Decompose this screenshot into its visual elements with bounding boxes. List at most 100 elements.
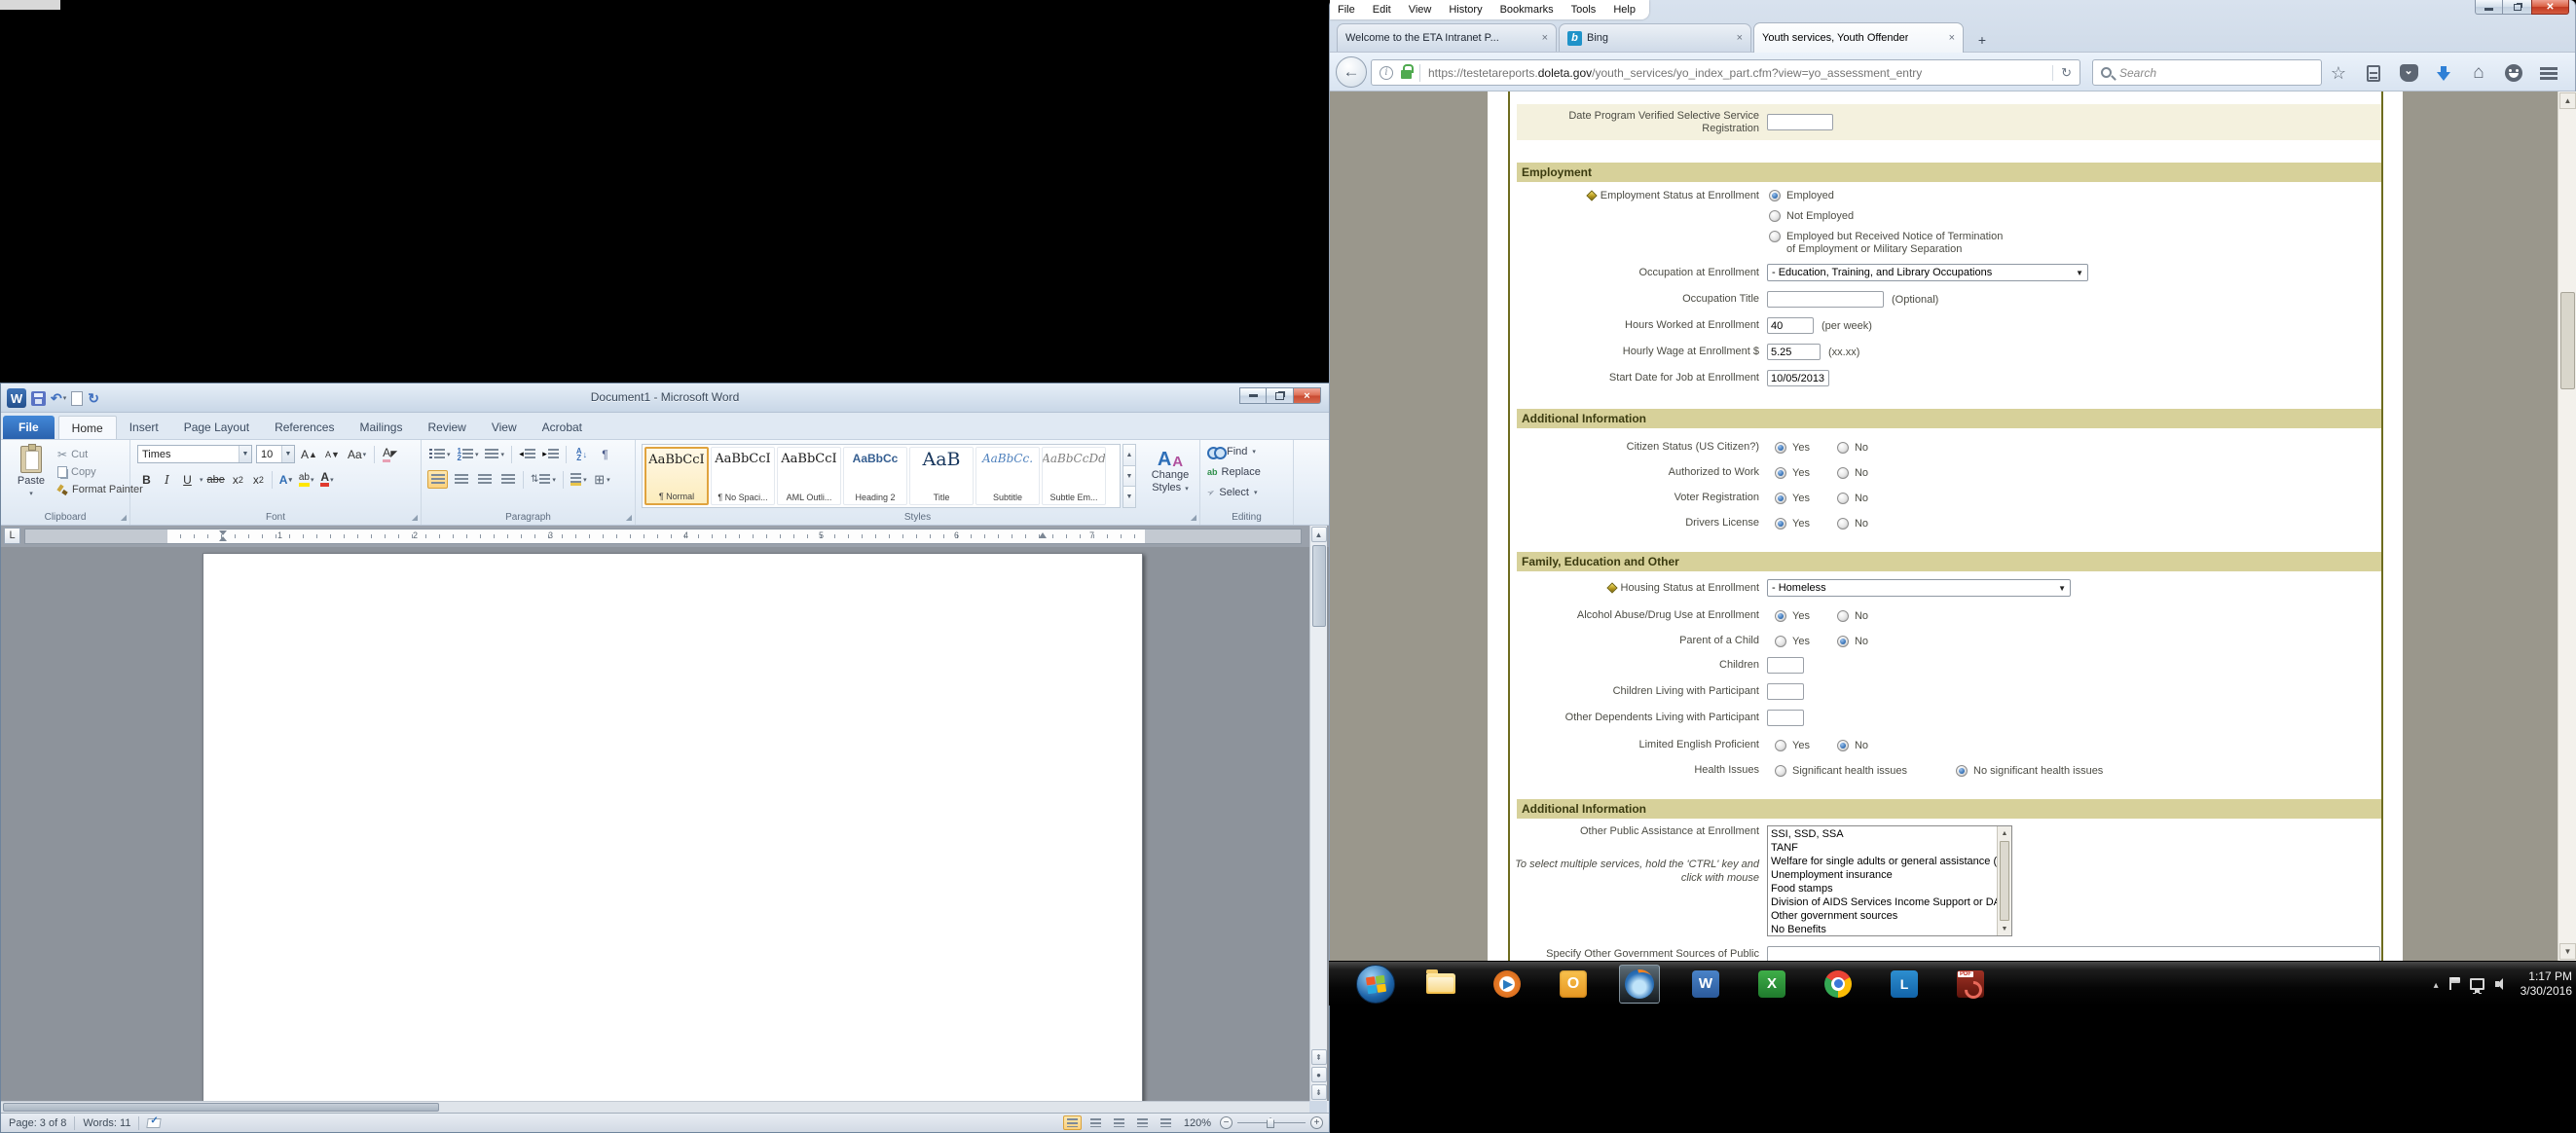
start-date-for-job-at-enrollment-input[interactable]	[1767, 370, 1829, 386]
align-right-button[interactable]	[474, 470, 495, 489]
no-option[interactable]: No	[1837, 467, 1868, 479]
hourly-wage-at-enrollment-input[interactable]	[1767, 344, 1821, 360]
occupation-at-enrollment-select[interactable]: - Education, Training, and Library Occup…	[1767, 264, 2088, 281]
tab-close-icon[interactable]: ×	[1729, 32, 1743, 44]
style-swatch-aml-outli[interactable]: AaBbCcIAML Outli...	[777, 447, 841, 505]
draft-view-button[interactable]	[1157, 1115, 1175, 1130]
bookmark-star-button[interactable]	[2327, 61, 2350, 85]
page-indicator[interactable]: Page: 3 of 8	[1, 1114, 74, 1132]
radio-option[interactable]	[1769, 210, 1781, 222]
radio-no[interactable]	[1837, 467, 1849, 479]
style-swatch-heading-2[interactable]: AaBbCcHeading 2	[843, 447, 907, 505]
text-effects-button[interactable]: A▾	[276, 470, 295, 489]
radio-yes[interactable]	[1775, 636, 1786, 647]
superscript-button[interactable]: x2	[249, 470, 268, 489]
tab-page-layout[interactable]: Page Layout	[171, 416, 262, 439]
date-program-verified-selective-service-registration-input[interactable]	[1767, 114, 1833, 130]
radio-no[interactable]	[1837, 636, 1849, 647]
outline-view-button[interactable]	[1133, 1115, 1152, 1130]
next-page-button[interactable]: ⇟	[1311, 1084, 1327, 1100]
select-browse-object-button[interactable]: ●	[1311, 1067, 1327, 1082]
style-swatch-normal[interactable]: AaBbCcI¶ Normal	[644, 447, 709, 505]
radio-yes[interactable]	[1775, 442, 1786, 454]
web-layout-view-button[interactable]	[1110, 1115, 1128, 1130]
listbox-option[interactable]: Division of AIDS Services Income Support…	[1768, 895, 1997, 909]
menu-bookmarks[interactable]: Bookmarks	[1500, 4, 1554, 16]
radio-no[interactable]	[1837, 442, 1849, 454]
yes-option[interactable]: Yes	[1775, 610, 1810, 622]
search-bar[interactable]: Search	[2092, 59, 2322, 86]
align-left-button[interactable]	[427, 470, 448, 489]
no-option[interactable]: No	[1837, 518, 1868, 530]
gallery-up-icon[interactable]: ▲	[1122, 444, 1136, 466]
yes-option[interactable]: Yes	[1775, 518, 1810, 530]
page-scrollbar[interactable]: ▲ ▼	[2558, 91, 2576, 961]
taskbar-firefox[interactable]	[1619, 965, 1660, 1004]
taskbar-outlook[interactable]	[1553, 965, 1594, 1004]
volume-icon[interactable]	[2495, 977, 2509, 991]
radio-no[interactable]	[1837, 518, 1849, 530]
scroll-up-icon[interactable]: ▲	[1998, 826, 2011, 840]
document-page[interactable]	[202, 553, 1143, 1101]
close-button[interactable]: ✕	[2531, 0, 2569, 15]
tab-mailings[interactable]: Mailings	[347, 416, 415, 439]
menu-edit[interactable]: Edit	[1373, 4, 1391, 16]
yes-option[interactable]: Yes	[1775, 442, 1810, 454]
reload-icon[interactable]: ↻	[2052, 65, 2072, 81]
style-swatch-subtle-em[interactable]: AaBbCcDdSubtle Em...	[1042, 447, 1106, 505]
listbox-option[interactable]: Food stamps	[1768, 882, 1997, 895]
borders-button[interactable]: ⊞▾	[592, 470, 612, 489]
tab-close-icon[interactable]: ×	[1534, 32, 1548, 44]
tab-review[interactable]: Review	[415, 416, 478, 439]
scrollbar-thumb[interactable]	[2560, 292, 2575, 389]
gallery-down-icon[interactable]: ▼	[1122, 466, 1136, 488]
housing-status-at-enrollment-select[interactable]: - Homeless▼	[1767, 579, 2071, 597]
scrollbar-thumb[interactable]	[3, 1103, 439, 1112]
radio-no[interactable]	[1837, 493, 1849, 504]
pocket-button[interactable]	[2397, 61, 2420, 85]
open-menu-button[interactable]	[2537, 61, 2560, 85]
change-case-button[interactable]: Aa▾	[346, 445, 368, 463]
subscript-button[interactable]: x2	[229, 470, 247, 489]
word-count[interactable]: Words: 11	[75, 1114, 138, 1132]
highlight-button[interactable]: ab▾	[297, 470, 316, 489]
tab-file[interactable]: File	[3, 416, 55, 439]
tab-insert[interactable]: Insert	[117, 416, 171, 439]
other-dependents-living-with-participant-input[interactable]	[1767, 710, 1804, 726]
radio-no[interactable]	[1837, 610, 1849, 622]
increase-indent-button[interactable]: ▸	[540, 445, 561, 463]
grow-font-button[interactable]: A▲	[299, 445, 319, 463]
page-info-icon[interactable]: i	[1380, 66, 1393, 80]
restore-button[interactable]	[2503, 0, 2531, 15]
radio-yes[interactable]	[1775, 518, 1786, 530]
scrollbar-thumb[interactable]	[2000, 841, 2009, 921]
tab-references[interactable]: References	[262, 416, 347, 439]
menu-view[interactable]: View	[1409, 4, 1432, 16]
radio-option[interactable]	[1775, 765, 1786, 777]
menu-file[interactable]: File	[1338, 4, 1355, 16]
taskbar-acrobat-pdf[interactable]: PDF	[1950, 965, 1991, 1004]
zoom-slider[interactable]	[1237, 1122, 1306, 1123]
radio-no[interactable]	[1837, 740, 1849, 751]
radio-option[interactable]	[1956, 765, 1968, 777]
dialog-launcher-icon[interactable]: ◢	[626, 513, 632, 522]
show-marks-button[interactable]: ¶	[595, 445, 615, 463]
tab-view[interactable]: View	[479, 416, 530, 439]
back-button[interactable]: ←	[1336, 56, 1367, 88]
print-layout-view-button[interactable]	[1063, 1115, 1082, 1130]
taskbar-word[interactable]	[1685, 965, 1726, 1004]
no-option[interactable]: No	[1837, 493, 1868, 504]
radio-option[interactable]	[1769, 231, 1781, 242]
start-button[interactable]	[1356, 965, 1395, 1004]
taskbar-chrome[interactable]	[1818, 965, 1858, 1004]
browser-tab-bing[interactable]: bBing×	[1559, 23, 1751, 52]
radio-yes[interactable]	[1775, 610, 1786, 622]
listbox-option[interactable]: SSI, SSD, SSA	[1768, 827, 1997, 841]
menu-history[interactable]: History	[1449, 4, 1482, 16]
restore-button[interactable]	[1267, 387, 1294, 404]
browser-tab-youth-services-youth-off[interactable]: Youth services, Youth Offender×	[1753, 22, 1964, 53]
shading-button[interactable]: ▾	[569, 470, 589, 489]
bullets-button[interactable]: ▾	[427, 445, 453, 463]
minimize-button[interactable]	[2475, 0, 2503, 15]
scroll-up-icon[interactable]: ▲	[2559, 92, 2576, 109]
